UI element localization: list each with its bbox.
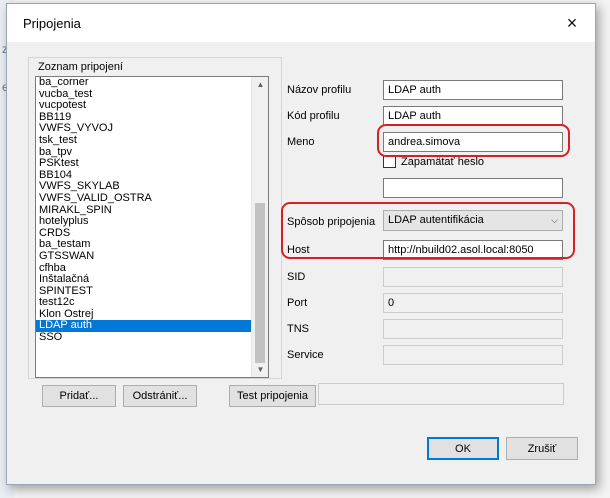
list-item[interactable]: ba_corner <box>36 77 251 89</box>
profile-code-field[interactable]: LDAP auth <box>383 106 563 126</box>
list-item[interactable]: SSO <box>36 331 251 344</box>
add-connection-button[interactable]: Pridať... <box>42 385 116 407</box>
scroll-up-arrow-icon[interactable]: ▲ <box>252 77 268 92</box>
port-field[interactable]: 0 <box>383 293 563 313</box>
chevron-down-icon: ⌵ <box>551 215 558 225</box>
tns-label: TNS <box>287 323 309 335</box>
profile-name-label: Názov profilu <box>287 84 352 96</box>
host-label: Host <box>287 244 310 256</box>
list-item[interactable]: hotelyplus <box>36 216 251 228</box>
remember-password-label: Zapamätať heslo <box>401 156 485 168</box>
cancel-button[interactable]: Zrušiť <box>506 437 578 460</box>
port-label: Port <box>287 297 308 309</box>
test-connection-button[interactable]: Test pripojenia <box>229 385 316 407</box>
connection-method-label: Spôsob pripojenia <box>287 216 376 228</box>
password-field[interactable] <box>383 178 563 198</box>
connections-listbox[interactable]: ba_corner vucba_test vucpotest BB119 VWFS_VY… <box>35 76 269 378</box>
username-label: Meno <box>287 136 315 148</box>
list-item[interactable]: GTSSWAN <box>36 250 251 263</box>
remove-connection-button[interactable]: Odstrániť... <box>123 385 197 407</box>
remember-password-checkbox[interactable] <box>383 155 396 168</box>
service-label: Service <box>287 349 324 361</box>
title-bar: Pripojenia × <box>7 4 595 42</box>
list-item[interactable]: LDAP auth <box>36 320 251 333</box>
list-scrollbar[interactable]: ▲ ▼ <box>251 77 268 377</box>
ok-button[interactable]: OK <box>427 437 499 460</box>
close-icon[interactable]: × <box>559 10 585 36</box>
profile-name-field[interactable]: LDAP auth <box>383 80 563 100</box>
connection-method-value: LDAP autentifikácia <box>388 214 484 226</box>
profile-code-label: Kód profilu <box>287 110 340 122</box>
scroll-down-arrow-icon[interactable]: ▼ <box>252 362 268 377</box>
test-result-box <box>318 383 564 405</box>
list-item[interactable]: VWFS_VALID_OSTRA <box>36 192 251 205</box>
connections-list: ba_corner vucba_test vucpotest BB119 VWFS_VY… <box>36 77 251 344</box>
service-field[interactable] <box>383 345 563 365</box>
connection-method-select[interactable]: LDAP autentifikácia ⌵ <box>383 210 563 231</box>
list-item[interactable]: tsk_test <box>36 134 251 147</box>
list-item[interactable]: PSKtest <box>36 158 251 170</box>
tns-field[interactable] <box>383 319 563 339</box>
host-field[interactable]: http://nbuild02.asol.local:8050 <box>383 240 563 260</box>
list-item[interactable]: Inštalačná <box>36 273 251 286</box>
sid-label: SID <box>287 271 306 283</box>
connections-group-label: Zoznam pripojení <box>37 61 124 73</box>
sid-field[interactable] <box>383 267 563 287</box>
scroll-thumb[interactable] <box>255 203 265 363</box>
username-field[interactable]: andrea.simova <box>383 132 563 152</box>
dialog-title: Pripojenia <box>23 16 81 31</box>
